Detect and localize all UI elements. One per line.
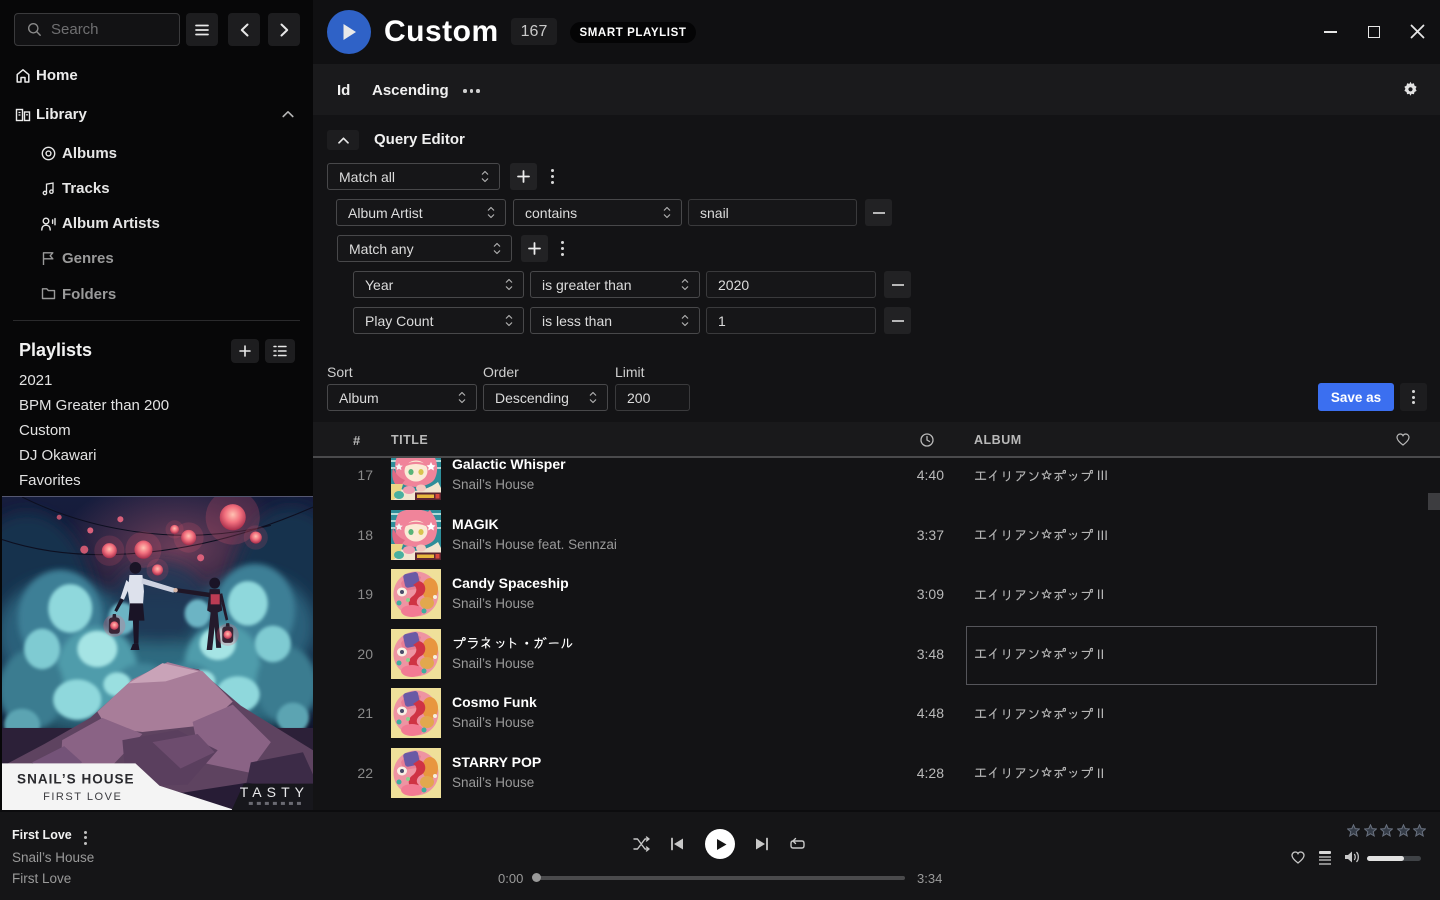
svg-text:TASTY: TASTY	[240, 784, 309, 800]
svg-text:FIRST LOVE: FIRST LOVE	[43, 791, 122, 803]
svg-text:SNAIL’S HOUSE: SNAIL’S HOUSE	[17, 772, 135, 787]
